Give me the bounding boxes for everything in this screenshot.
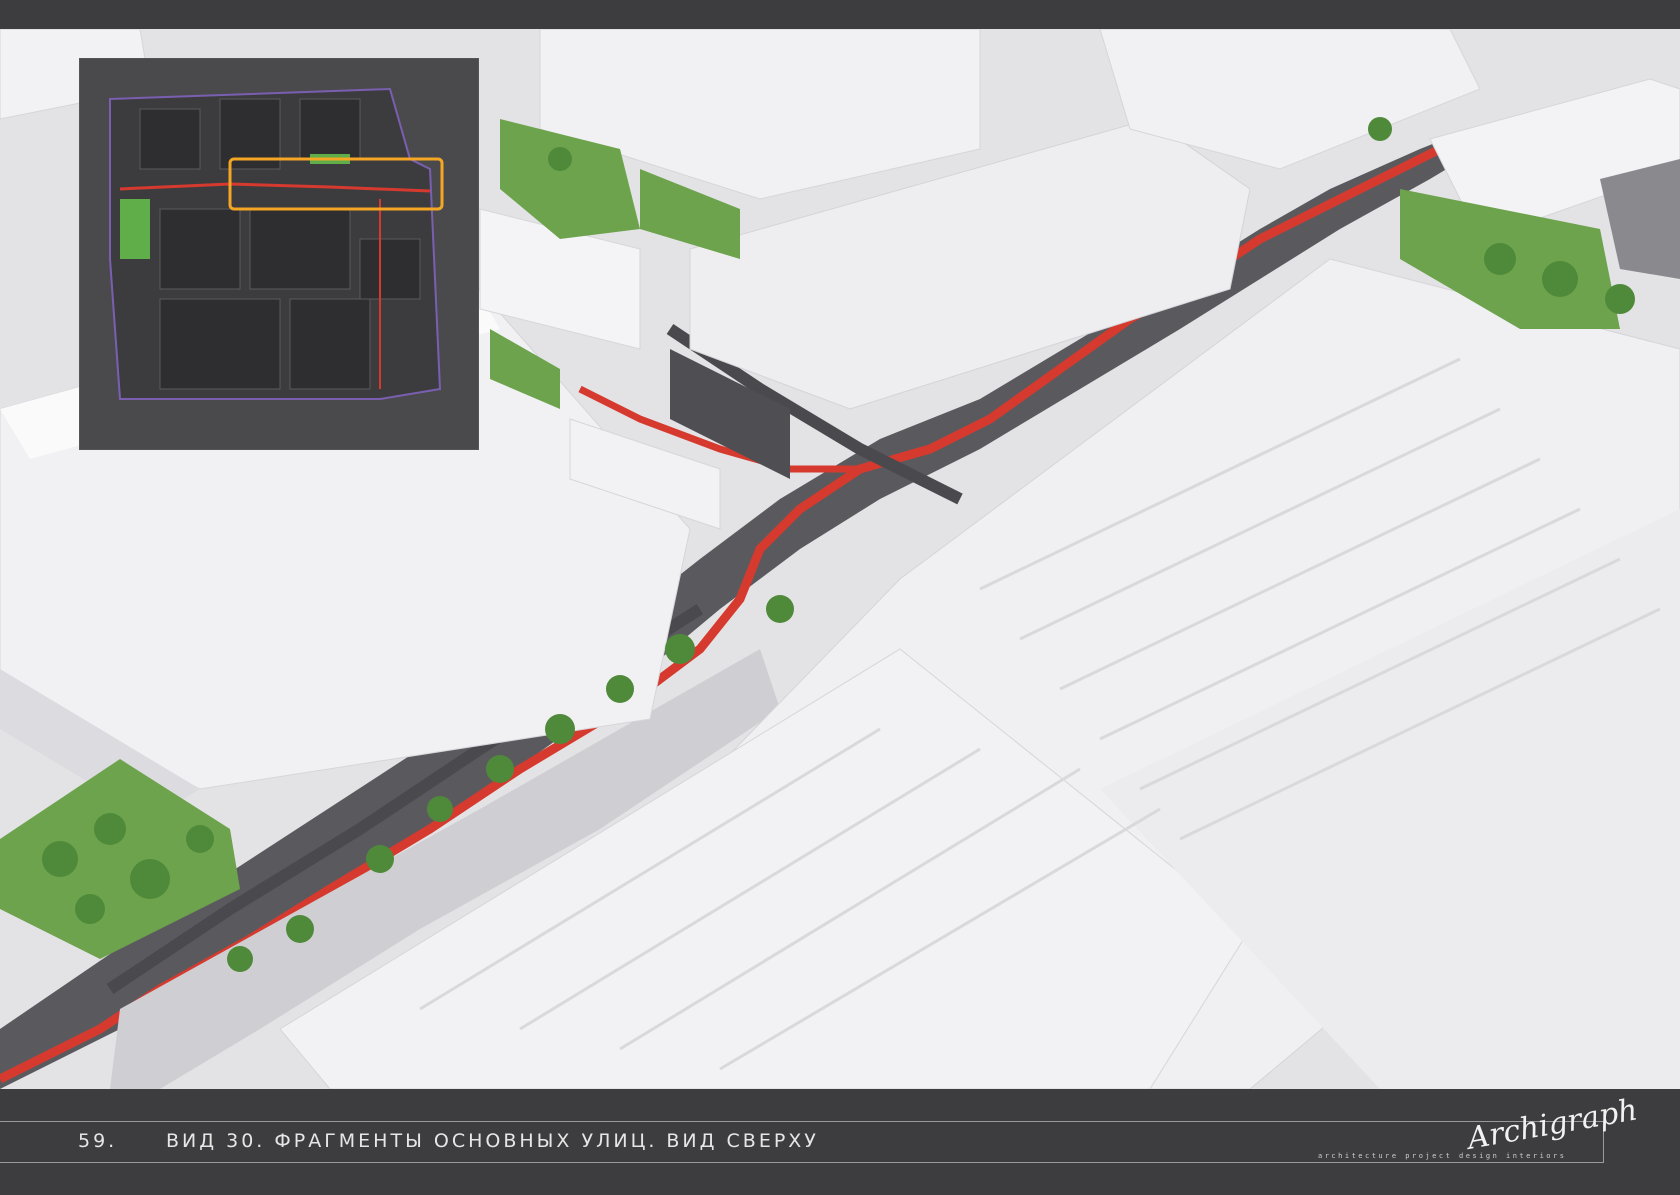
top-band [0, 0, 1680, 29]
site-plan-inset [79, 58, 479, 450]
page-number: 59. [78, 1130, 118, 1152]
brand-logo-tagline: architecture project design interiors [1318, 1152, 1567, 1160]
slide-caption: ВИД 30. ФРАГМЕНТЫ ОСНОВНЫХ УЛИЦ. ВИД СВЕ… [166, 1130, 819, 1152]
